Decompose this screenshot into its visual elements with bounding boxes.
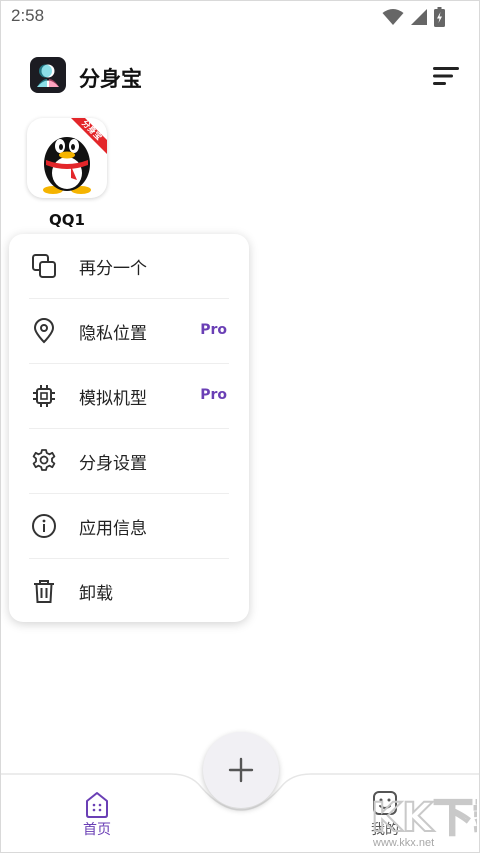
penguin-icon: 分身宝 (43, 118, 107, 194)
menu-item-label: 卸载 (79, 584, 113, 604)
app-tile-qq1[interactable]: 分身宝 (27, 118, 107, 198)
menu-item-clone-again[interactable]: 再分一个 (9, 234, 249, 298)
app-context-menu: 再分一个 隐私位置 Pro 模拟机型 Pro 分身设置 应用信息 卸载 (9, 234, 249, 622)
menu-item-clone-settings[interactable]: 分身设置 (9, 429, 249, 493)
home-icon (86, 792, 108, 818)
app-logo (30, 57, 66, 93)
chip-icon (33, 385, 55, 407)
status-time: 2:58 (11, 6, 45, 25)
nav-home-label: 首页 (83, 822, 111, 838)
menu-item-privacy-location[interactable]: 隐私位置 Pro (9, 299, 249, 363)
status-icons (382, 7, 445, 27)
watermark-url: www.kkx.net (373, 837, 435, 849)
gear-icon (32, 449, 56, 471)
info-icon (32, 514, 56, 538)
location-pin-icon (33, 318, 55, 344)
menu-item-app-info[interactable]: 应用信息 (9, 494, 249, 558)
app-header: 分身宝 (1, 57, 479, 97)
pro-badge: Pro (200, 387, 227, 403)
add-app-button[interactable] (203, 732, 279, 808)
app-tile-label: QQ1 (49, 211, 85, 229)
wifi-icon (382, 9, 404, 25)
watermark-text: KK下载 (371, 795, 477, 841)
signal-icon (411, 9, 427, 25)
battery-icon (434, 7, 445, 27)
menu-item-label: 分身设置 (79, 454, 147, 474)
menu-item-label: 模拟机型 (79, 389, 147, 409)
plus-icon (228, 757, 254, 783)
menu-item-uninstall[interactable]: 卸载 (9, 559, 249, 623)
sort-menu-icon[interactable] (431, 65, 461, 87)
menu-item-label: 应用信息 (79, 519, 147, 539)
menu-item-label: 再分一个 (79, 259, 147, 279)
trash-icon (34, 580, 54, 603)
pro-badge: Pro (200, 322, 227, 338)
menu-item-label: 隐私位置 (79, 324, 147, 344)
copy-icon (32, 254, 56, 278)
status-bar: 2:58 (1, 1, 479, 33)
menu-item-simulate-device[interactable]: 模拟机型 Pro (9, 364, 249, 428)
app-title: 分身宝 (79, 67, 142, 91)
